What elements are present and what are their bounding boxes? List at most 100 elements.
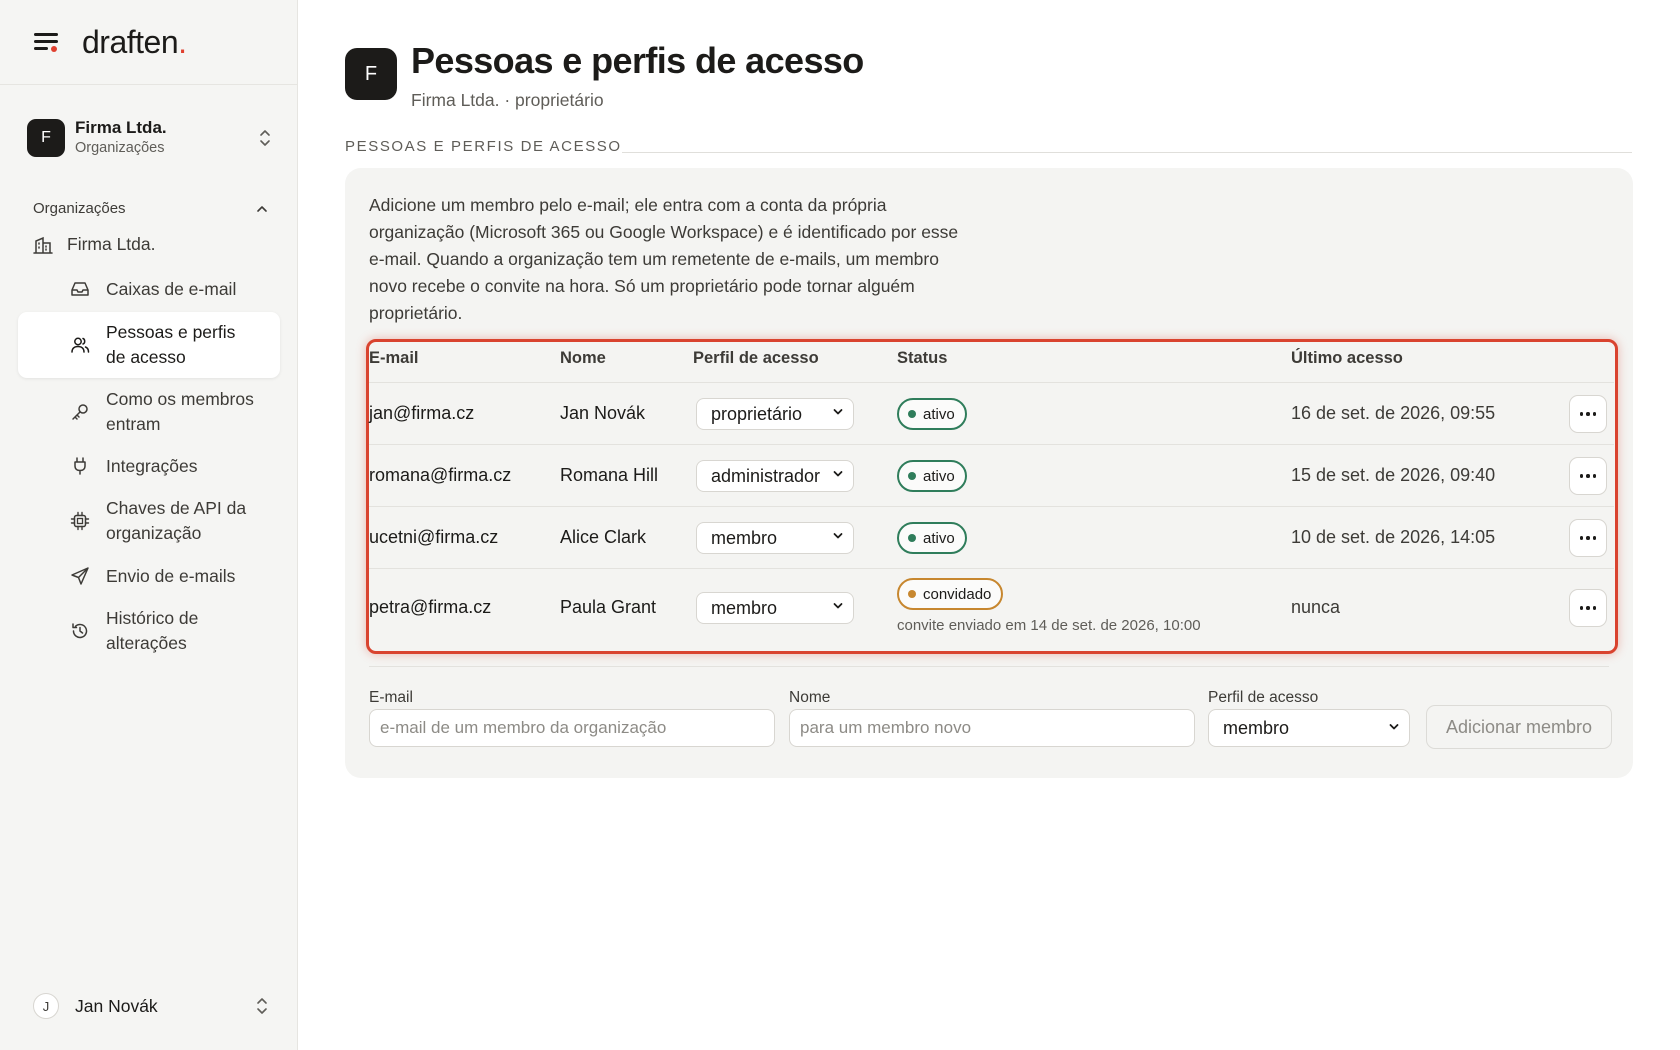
key-icon (72, 404, 88, 420)
member-email: ucetni@firma.cz (369, 527, 499, 547)
sidebar-item-envio[interactable]: Envio de e-mails (18, 559, 280, 593)
status-text: convidado (923, 585, 992, 603)
member-name: Jan Novák (560, 403, 646, 423)
sidebar-item-org[interactable]: Firma Ltda. (33, 234, 156, 255)
row-more-button[interactable] (1569, 519, 1607, 557)
role-select[interactable]: proprietário (696, 398, 854, 430)
sidebar-section-title: Organizações (33, 200, 126, 217)
org-avatar: F (345, 48, 397, 100)
brand-bar: draften. (0, 0, 297, 85)
chip-icon (70, 511, 90, 531)
history-icon (72, 623, 88, 639)
section-divider (622, 152, 1632, 153)
name-field[interactable] (789, 709, 1195, 747)
plug-icon (74, 457, 86, 475)
col-header-role: Perfil de acesso (693, 349, 819, 367)
name-label: Nome (789, 689, 831, 706)
role-select[interactable]: membro (696, 592, 854, 624)
sidebar-item-chaves-api[interactable]: Chaves de API da organização (18, 493, 280, 549)
updown-chevron-icon (258, 128, 272, 148)
role-select[interactable]: administrador (696, 460, 854, 492)
last-access: 10 de set. de 2026, 14:05 (1291, 527, 1496, 547)
user-avatar: J (33, 993, 59, 1019)
row-more-button[interactable] (1569, 457, 1607, 495)
user-switcher[interactable]: J Jan Novák (33, 993, 268, 1019)
status-text: ativo (923, 405, 955, 423)
col-header-last-access: Último acesso (1291, 349, 1403, 367)
member-name: Alice Clark (560, 527, 647, 547)
member-email: petra@firma.cz (369, 597, 492, 617)
email-label: E-mail (369, 689, 413, 706)
status-badge: ativo (897, 460, 967, 492)
new-member-role-select[interactable]: membro (1208, 709, 1410, 747)
sidebar-item-label: Histórico de alterações (106, 608, 199, 653)
status-badge: ativo (897, 398, 967, 430)
row-more-button[interactable] (1569, 589, 1607, 627)
table-row: petra@firma.cz Paula Grant membro convid… (369, 568, 1614, 648)
table-row: romana@firma.cz Romana Hill administrado… (369, 444, 1614, 506)
sidebar-item-label: Caixas de e-mail (106, 278, 237, 299)
member-name: Romana Hill (560, 465, 659, 485)
role-select-value: membro (711, 527, 778, 548)
sidebar: draften. F Firma Ltda. Organizações Orga… (0, 0, 298, 1050)
sidebar-item-label: Integrações (106, 455, 198, 476)
sidebar-item-pessoas[interactable]: Pessoas e perfis de acesso (18, 312, 280, 378)
last-access: 15 de set. de 2026, 09:40 (1291, 465, 1496, 485)
role-select[interactable]: membro (696, 522, 854, 554)
chevron-down-icon (833, 409, 843, 415)
member-name: Paula Grant (560, 597, 657, 617)
role-select-value: membro (711, 597, 778, 618)
chevron-down-icon (1389, 724, 1399, 730)
chevron-down-icon (833, 533, 843, 539)
sidebar-item-label: Pessoas e perfis de acesso (106, 322, 236, 367)
role-select-value: proprietário (711, 403, 803, 424)
section-label: PESSOAS E PERFIS DE ACESSO (345, 138, 622, 155)
member-email: romana@firma.cz (369, 465, 512, 485)
email-field[interactable] (369, 709, 775, 747)
col-header-status: Status (897, 349, 948, 367)
send-icon (71, 567, 89, 585)
sidebar-section-organizacoes[interactable]: Organizações (33, 200, 268, 217)
add-member-button[interactable]: Adicionar membro (1426, 705, 1612, 749)
role-select-value: membro (1223, 717, 1290, 738)
status-text: ativo (923, 467, 955, 485)
sidebar-item-label: Envio de e-mails (106, 565, 236, 586)
col-header-name: Nome (560, 349, 606, 367)
chevron-down-icon (833, 471, 843, 477)
table-row: ucetni@firma.cz Alice Clark membro ativo… (369, 506, 1614, 568)
role-select-value: administrador (711, 465, 821, 486)
last-access: 16 de set. de 2026, 09:55 (1291, 403, 1496, 423)
member-email: jan@firma.cz (369, 403, 475, 423)
sidebar-org-label: Firma Ltda. (67, 234, 156, 254)
logo[interactable]: draften. (82, 24, 187, 61)
members-panel: Adicione um membro pelo e-mail; ele entr… (345, 168, 1633, 778)
sidebar-item-como-entram[interactable]: Como os membros entram (18, 384, 280, 440)
chevron-down-icon (833, 603, 843, 609)
org-avatar: F (27, 119, 65, 157)
sidebar-item-caixas[interactable]: Caixas de e-mail (18, 272, 280, 306)
chevron-up-icon (257, 205, 267, 212)
table-row: jan@firma.cz Jan Novák proprietário ativ… (369, 382, 1614, 444)
building-icon (33, 236, 53, 254)
updown-chevron-icon (257, 998, 267, 1014)
last-access: nunca (1291, 597, 1341, 617)
role-label: Perfil de acesso (1208, 689, 1319, 706)
user-name: Jan Novák (75, 995, 158, 1016)
sidebar-item-label: Como os membros entram (106, 389, 254, 434)
sidebar-item-historico[interactable]: Histórico de alterações (18, 603, 280, 659)
status-badge: ativo (897, 522, 967, 554)
sidebar-item-integracoes[interactable]: Integrações (18, 449, 280, 483)
intro-text: Adicione um membro pelo e-mail; ele entr… (369, 195, 959, 323)
page-title: Pessoas e perfis de acesso (411, 40, 864, 81)
org-name: Firma Ltda. (75, 118, 167, 137)
row-more-button[interactable] (1569, 395, 1607, 433)
form-divider (369, 666, 1609, 667)
inbox-icon (71, 282, 89, 296)
org-switcher[interactable]: F Firma Ltda. Organizações (27, 116, 272, 160)
status-text: ativo (923, 529, 955, 547)
menu-icon[interactable] (34, 31, 60, 53)
org-sub: Organizações (75, 140, 165, 156)
page-header: F Pessoas e perfis de acesso Firma Ltda.… (345, 42, 864, 111)
status-badge: convidado (897, 578, 1004, 610)
invite-note: convite enviado em 14 de set. de 2026, 1… (897, 617, 1201, 634)
